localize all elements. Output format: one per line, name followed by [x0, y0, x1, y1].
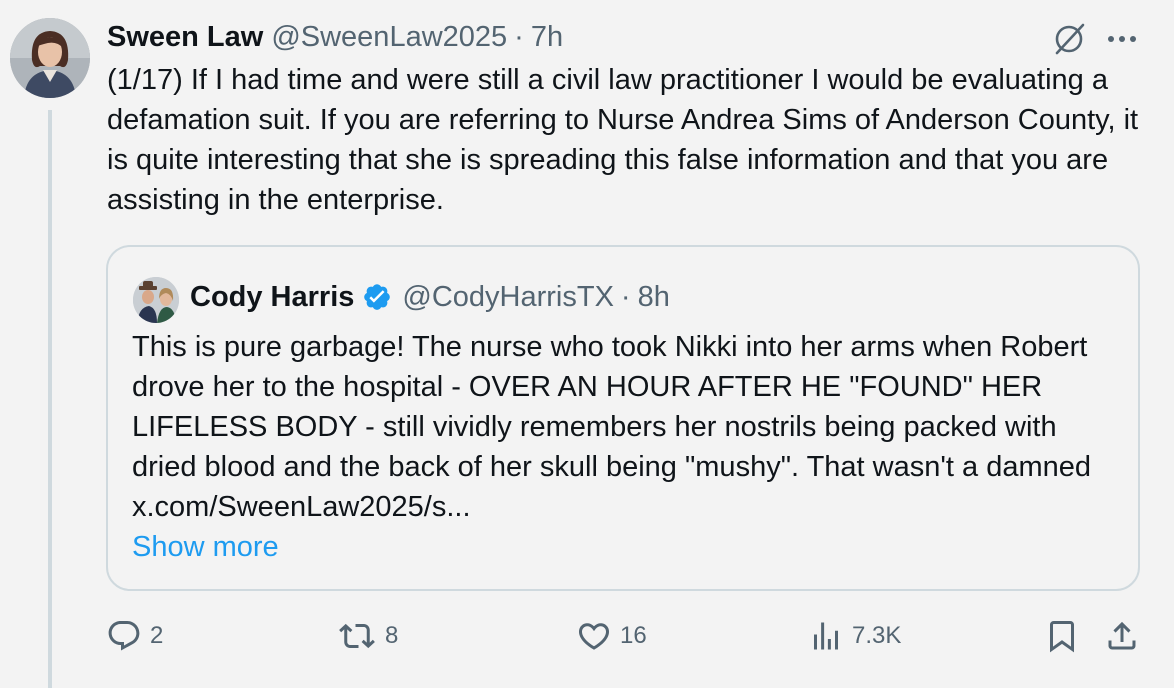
post-header: Sween Law @SweenLaw2025 · 7h: [107, 18, 563, 56]
views-button[interactable]: 7.3K: [808, 616, 901, 656]
reply-button[interactable]: 2: [106, 616, 163, 656]
author-avatar[interactable]: [10, 18, 90, 98]
bookmark-button[interactable]: [1044, 616, 1080, 656]
share-icon: [1104, 618, 1140, 654]
views-icon: [808, 618, 844, 654]
quoted-post-text: This is pure garbage! The nurse who took…: [132, 331, 1091, 523]
quoted-author-name[interactable]: Cody Harris: [190, 281, 354, 314]
author-name[interactable]: Sween Law: [107, 21, 263, 54]
reply-count: 2: [150, 622, 164, 649]
post-timestamp[interactable]: 7h: [531, 21, 563, 54]
quoted-post-header: Cody Harris @CodyHarrisTX · 8h: [190, 277, 670, 317]
show-more-link[interactable]: Show more: [132, 527, 279, 567]
repost-count: 8: [385, 622, 399, 649]
reply-icon: [106, 618, 142, 654]
like-count: 16: [620, 622, 647, 649]
more-icon[interactable]: [1102, 22, 1142, 56]
repost-icon: [337, 618, 377, 654]
quoted-author-avatar[interactable]: [133, 277, 179, 323]
post-text: (1/17) If I had time and were still a ci…: [107, 64, 1139, 216]
thread-line: [48, 110, 52, 688]
verified-badge-icon: [362, 282, 392, 312]
tweet: Sween Law @SweenLaw2025 · 7h (1/17) If I…: [0, 0, 1174, 688]
bookmark-icon: [1044, 618, 1080, 654]
grok-icon[interactable]: [1050, 20, 1088, 58]
separator-dot: ·: [514, 20, 524, 53]
separator-dot: ·: [620, 280, 631, 313]
quoted-post[interactable]: Cody Harris @CodyHarrisTX · 8h This is p…: [106, 245, 1140, 591]
like-button[interactable]: 16: [576, 616, 647, 656]
share-button[interactable]: [1104, 616, 1140, 656]
quoted-author-handle[interactable]: @CodyHarrisTX: [402, 281, 614, 314]
repost-button[interactable]: 8: [337, 616, 398, 656]
views-count: 7.3K: [852, 622, 902, 649]
author-handle[interactable]: @SweenLaw2025: [271, 21, 507, 54]
like-icon: [576, 618, 612, 654]
quoted-post-timestamp[interactable]: 8h: [638, 281, 670, 314]
